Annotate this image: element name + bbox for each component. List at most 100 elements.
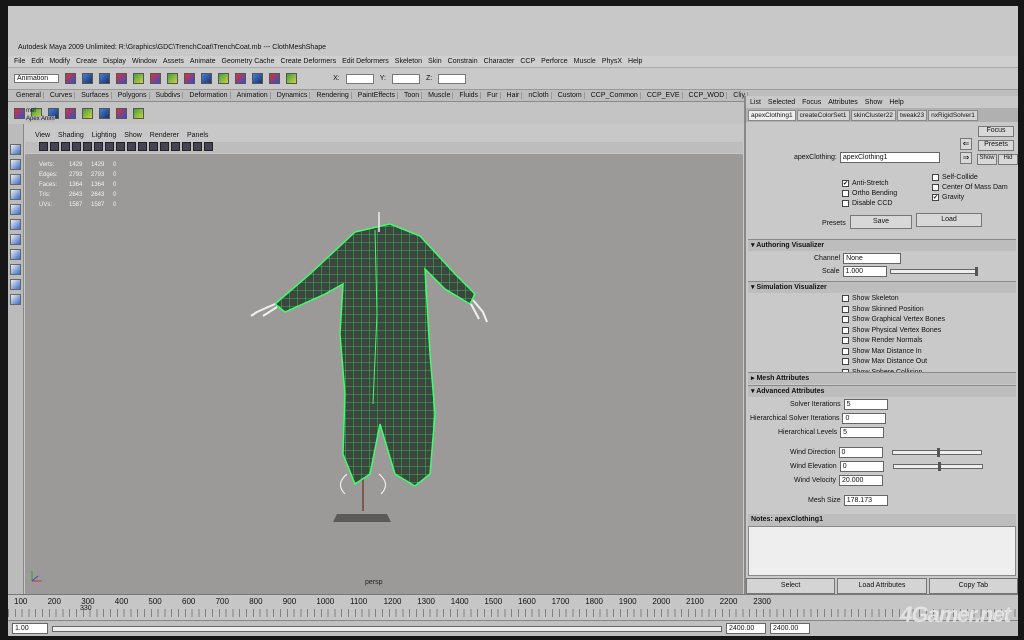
anim-end-field[interactable]: 2400.00 [770,623,810,634]
mesh-attributes-header[interactable]: ▸ Mesh Attributes [748,372,1016,384]
notes-textarea[interactable] [748,526,1016,576]
lasso-tool-icon[interactable] [10,159,21,170]
shelf-tab[interactable]: PaintEffects [356,92,398,99]
select-object-icon[interactable] [133,73,145,84]
solver-iterations-field[interactable]: 5 [843,399,888,410]
shelf-tab[interactable]: General [14,92,44,99]
ae-bottom-button[interactable]: Copy Tab [928,578,1018,594]
menu-item[interactable]: Skin [428,58,442,65]
paint-select-icon[interactable] [10,174,21,185]
menu-item[interactable]: Muscle [574,58,596,65]
outliner-icon[interactable] [10,294,21,305]
camera-icon[interactable] [50,142,59,151]
viewport-menu-item[interactable]: Renderer [150,132,179,142]
shelf-tool-icon[interactable] [116,107,127,119]
wind-direction-field[interactable]: 0 [838,447,883,458]
ae-tab[interactable]: nxRigidSolver1 [928,109,978,121]
perspective-viewport[interactable]: Verts: 1429 1429 0 Edges: 2793 2793 0 Faces: 1364… [25,154,743,594]
camera-icon[interactable] [39,142,48,151]
history-icon[interactable] [269,73,281,84]
checkbox[interactable] [842,358,849,365]
save-scene-icon[interactable] [99,73,111,84]
menu-item[interactable]: File [14,58,25,65]
new-scene-icon[interactable] [65,73,77,84]
ipr-render-icon[interactable] [235,73,247,84]
shelf-tab[interactable]: Toon [402,92,423,99]
layout-single-icon[interactable] [10,249,21,260]
xray-icon[interactable] [127,142,136,151]
load-button[interactable]: Load [916,213,982,227]
shelf-tool-icon[interactable] [82,107,93,119]
hide-button[interactable]: Hid [998,154,1018,165]
shelf-tab[interactable]: Deformation [187,92,231,99]
isolate-icon[interactable] [138,142,147,151]
shelf-tab[interactable]: Animation [235,92,271,99]
ae-menu-item[interactable]: Attributes [828,99,858,106]
viewport-menu-item[interactable]: View [35,132,50,142]
advanced-attributes-header[interactable]: ▾ Advanced Attributes [748,385,1016,397]
checkbox[interactable] [842,337,849,344]
scale-slider[interactable] [889,267,978,276]
shelf-tab[interactable]: Surfaces [79,92,112,99]
wind-velocity-field[interactable]: 20.000 [839,475,884,486]
rotate-tool-icon[interactable] [10,204,21,215]
menu-item[interactable]: Perforce [541,58,567,65]
x-field[interactable] [345,73,374,84]
snap-curve-icon[interactable] [184,73,196,84]
move-tool-icon[interactable] [10,189,21,200]
shelf-tab[interactable]: CCP_EVE [645,92,683,99]
output-connection-icon[interactable]: ⇒ [960,152,972,164]
shelf-tab[interactable]: Muscle [426,92,454,99]
range-start-field[interactable]: 1.00 [12,623,48,634]
viewport-menu-item[interactable]: Show [124,132,142,142]
menu-item[interactable]: Geometry Cache [222,58,275,65]
smooth-shade-icon[interactable] [83,142,92,151]
hier-levels-field[interactable]: 5 [840,427,885,438]
select-component-icon[interactable] [150,73,162,84]
checkbox[interactable]: ✔ [932,194,939,201]
grid-toggle-icon[interactable] [204,142,213,151]
checkbox[interactable] [842,200,849,207]
input-connection-icon[interactable]: ⇐ [960,138,972,150]
checkbox[interactable] [842,190,849,197]
menu-item[interactable]: Create [76,58,97,65]
ae-bottom-button[interactable]: Load Attributes [837,578,927,594]
checkbox[interactable] [932,174,939,181]
viewport-menu-item[interactable]: Lighting [92,132,117,142]
ae-tab[interactable]: createColorSet1 [796,109,850,121]
menu-item[interactable]: Help [628,58,642,65]
ae-menu-item[interactable]: Focus [802,99,821,106]
checkbox[interactable] [932,184,939,191]
shelf-tab[interactable]: Fluids [457,92,482,99]
safe-action-icon[interactable] [193,142,202,151]
viewport-menu-item[interactable]: Panels [187,132,208,142]
focus-button[interactable]: Focus [978,126,1014,137]
shadow-icon[interactable] [116,142,125,151]
range-bar[interactable] [52,626,722,632]
checkbox[interactable] [842,326,849,334]
z-field[interactable] [438,73,467,84]
shelf-tool-icon[interactable] [14,107,25,119]
menu-item[interactable]: Edit [31,58,43,65]
checkbox[interactable]: ✔ [842,180,849,187]
menu-item[interactable]: Window [132,58,157,65]
wind-elevation-slider[interactable] [892,462,983,471]
shelf-tab[interactable]: Rendering [314,92,352,99]
node-name-field[interactable]: apexClothing1 [839,152,940,163]
mode-selector[interactable]: Animation [14,74,60,83]
manipulator-icon[interactable] [10,234,21,245]
shelf-tab[interactable]: Curves [48,92,76,99]
select-hierarchy-icon[interactable] [116,73,128,84]
snap-grid-icon[interactable] [167,73,179,84]
range-end-field[interactable]: 2400.00 [726,623,766,634]
checkbox[interactable] [842,316,849,323]
menu-item[interactable]: Create Deformers [280,58,336,65]
ae-tab[interactable]: apexClothing1 [748,109,796,121]
ae-menu-item[interactable]: Help [889,99,903,106]
snap-point-icon[interactable] [201,73,213,84]
film-gate-icon[interactable] [182,142,191,151]
presets-button[interactable]: Presets [978,140,1014,151]
wind-elevation-field[interactable]: 0 [839,461,884,472]
menu-item[interactable]: Modify [49,58,70,65]
ae-menu-item[interactable]: Selected [768,99,795,106]
